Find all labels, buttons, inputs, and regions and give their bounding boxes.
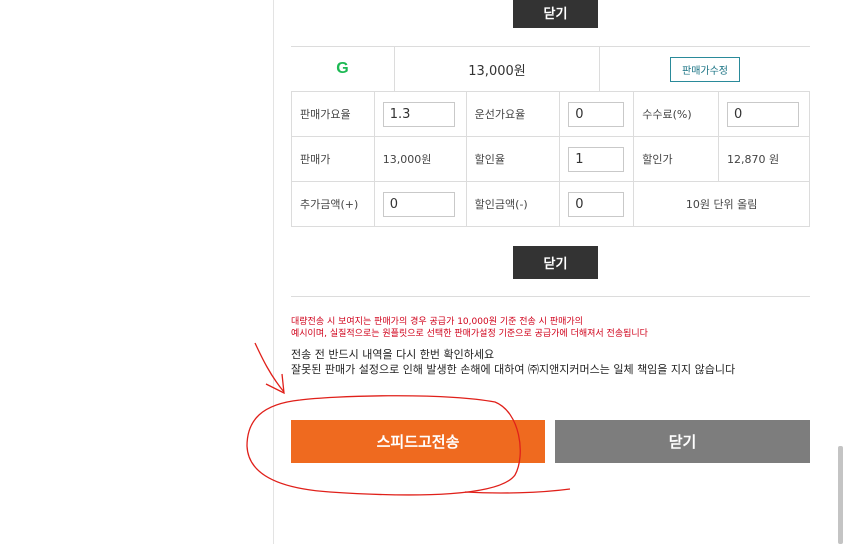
g-grade-icon: G	[336, 60, 349, 77]
rounding-note: 10원 단위 올림	[633, 181, 810, 227]
notice-line-2: 잘못된 판매가 설정으로 인해 발생한 손해에 대하여 ㈜지앤지커머스는 일체 …	[291, 363, 736, 376]
speedgo-send-button[interactable]: 스피드고전송	[291, 420, 545, 463]
discount-rate-label: 할인율	[465, 136, 561, 182]
sale-price-value: 13,000원	[373, 136, 467, 182]
sale-rate-input[interactable]	[382, 101, 455, 127]
sale-price-label: 판매가	[291, 136, 375, 182]
extra-amount-label: 추가금액(+)	[291, 181, 375, 227]
content-left-border	[273, 0, 274, 544]
table-row: 판매가 13,000원 할인율 할인가 12,870 원	[291, 136, 811, 182]
warning-line-2: 예시이며, 실질적으로는 원플릿으로 선택한 판매가설정 기준으로 공급가에 더…	[291, 329, 648, 339]
edit-price-button[interactable]: 판매가수정	[670, 56, 740, 82]
grade-price: 13,000원	[395, 47, 600, 91]
table-row: 추가금액(+) 할인금액(-) 10원 단위 올림	[291, 181, 810, 227]
discount-price-value: 12,870 원	[717, 136, 811, 182]
annotation-arrow-shaft	[254, 342, 285, 393]
annotation-arrow-head	[265, 373, 285, 395]
shipping-rate-label: 운선가요율	[465, 91, 561, 137]
bulk-send-warning: 대량전송 시 보여지는 판매가의 경우 공급가 10,000원 기준 전송 시 …	[291, 316, 648, 340]
warning-line-1: 대량전송 시 보여지는 판매가의 경우 공급가 10,000원 기준 전송 시 …	[291, 317, 583, 327]
fee-input[interactable]	[726, 101, 799, 127]
discount-price-label: 할인가	[633, 136, 719, 182]
table-row: 판매가요율 운선가요율 수수료(%)	[291, 91, 811, 137]
grade-price-row: G 13,000원 판매가수정	[291, 46, 810, 91]
fee-label: 수수료(%)	[633, 91, 719, 137]
discount-amount-label: 할인금액(-)	[465, 181, 561, 227]
divider	[291, 296, 810, 297]
annotation-tail	[464, 488, 571, 494]
close-button[interactable]: 닫기	[555, 420, 810, 463]
top-close-button[interactable]: 닫기	[513, 0, 598, 28]
discount-amount-input[interactable]	[568, 191, 625, 217]
shipping-rate-input[interactable]	[568, 101, 625, 127]
grade-cell: G	[291, 47, 395, 91]
notice-line-1: 전송 전 반드시 내역을 다시 한번 확인하세요	[291, 348, 495, 361]
sale-rate-label: 판매가요율	[291, 91, 375, 137]
confirm-notice: 전송 전 반드시 내역을 다시 한번 확인하세요 잘못된 판매가 설정으로 인해…	[291, 347, 735, 377]
table-close-button[interactable]: 닫기	[513, 246, 598, 279]
extra-amount-input[interactable]	[382, 191, 455, 217]
discount-rate-input[interactable]	[568, 146, 625, 172]
scrollbar-thumb[interactable]	[838, 446, 843, 544]
price-settings-table: 판매가요율 운선가요율 수수료(%) 판매가 13,000원 할인율 할인가 1…	[291, 91, 811, 227]
edit-cell: 판매가수정	[600, 47, 810, 91]
